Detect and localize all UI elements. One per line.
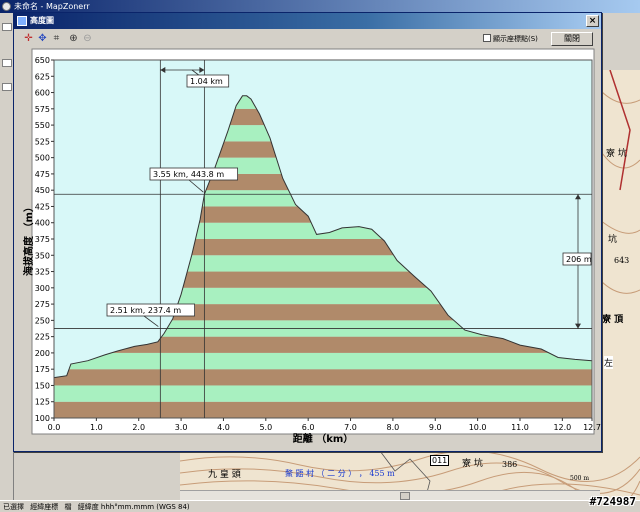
map-label-elev: 386 (502, 460, 518, 469)
app-icon (2, 2, 11, 11)
y-tick-label: 475 (35, 170, 50, 179)
left-panel-stub[interactable] (2, 83, 12, 91)
map-label-right-ding: 寮 頂 (602, 315, 624, 325)
x-axis-label: 距離 （km） (293, 432, 354, 445)
x-tick-label: 12.0 (553, 423, 571, 432)
x-tick-label: 0.0 (48, 423, 61, 432)
y-tick-label: 125 (35, 398, 50, 407)
y-tick-label: 550 (35, 121, 50, 130)
x-tick-label: 12.7 (583, 423, 601, 432)
status-field: 經緯座標 (30, 503, 59, 511)
map-label-keng: 寮 坑 (462, 459, 483, 469)
x-tick-label: 7.0 (344, 423, 357, 432)
map-label-right-zuo: 左 (604, 356, 614, 369)
y-tick-label: 625 (35, 72, 50, 81)
x-tick-label: 11.0 (511, 423, 529, 432)
status-bar: 已選擇 經緯座標 檔 經緯度 hhh°mm.mmm (WGS 84) (0, 500, 640, 512)
y-tick-label: 275 (35, 300, 50, 309)
y-tick-label: 150 (35, 381, 50, 390)
map-label-jiuhuangtou: 九 皇 頭 (208, 470, 241, 480)
point-a-label: 2.51 km, 237.4 m (110, 306, 181, 315)
x-tick-label: 9.0 (429, 423, 442, 432)
y-tick-label: 225 (35, 333, 50, 342)
distance-label: 1.04 km (190, 77, 223, 86)
y-tick-label: 325 (35, 268, 50, 277)
map-label-right-643: 643 (614, 256, 630, 265)
map-scale-label: 500 m (570, 475, 590, 482)
y-tick-label: 375 (35, 235, 50, 244)
y-tick-label: 200 (35, 349, 50, 358)
watermark: #724987 (589, 495, 636, 508)
elevation-band (54, 401, 592, 418)
x-tick-label: 5.0 (259, 423, 272, 432)
map-label-peak: 鰲 鼯 村 （ 二 分 ） ， 455 m (285, 469, 395, 478)
app-left-panel (0, 13, 14, 501)
y-tick-label: 650 (35, 56, 50, 65)
x-tick-label: 1.0 (90, 423, 103, 432)
y-tick-label: 450 (35, 186, 50, 195)
y-tick-label: 600 (35, 89, 50, 98)
elevation-diff-label: 206 m (566, 255, 592, 264)
y-tick-label: 350 (35, 251, 50, 260)
scrollbar-thumb[interactable] (400, 492, 410, 500)
x-tick-label: 3.0 (175, 423, 188, 432)
y-tick-label: 100 (35, 414, 50, 423)
status-field: 檔 (64, 503, 72, 511)
left-panel-stub[interactable] (2, 59, 12, 67)
status-field: 已選擇 (3, 503, 24, 511)
map-label-right-keng: 寮 坑 (606, 149, 627, 159)
elevation-band (54, 352, 592, 370)
y-axis-label: 海拔高度 （m） (22, 202, 35, 276)
elevation-band (54, 385, 592, 402)
y-tick-label: 525 (35, 137, 50, 146)
status-field: 經緯度 hhh°mm.mmm (WGS 84) (77, 503, 190, 511)
x-tick-label: 8.0 (387, 423, 400, 432)
elevation-chart[interactable]: 100 125 150 175 200 225 250 275 300 325 350 375 400 4… (14, 13, 601, 451)
x-tick-label: 6.0 (302, 423, 315, 432)
y-tick-label: 300 (35, 284, 50, 293)
point-b-label: 3.55 km, 443.8 m (153, 170, 224, 179)
y-tick-label: 250 (35, 316, 50, 325)
y-tick-label: 575 (35, 105, 50, 114)
left-panel-stub[interactable] (2, 23, 12, 31)
map-view-right[interactable]: 寮 坑 坑 643 寮 頂 左 (600, 70, 640, 451)
y-tick-label: 175 (35, 365, 50, 374)
x-tick-label: 2.0 (132, 423, 145, 432)
map-label-right-keng2: 坑 (608, 235, 618, 245)
elevation-profile-dialog: 高度圖 × ✛ ✥ ⌗ ⊕ ⊖ 顯示座標點(S) 關閉 100 125 150 175… (13, 12, 602, 452)
app-title: 未命名 - MapZonerr (14, 2, 90, 11)
x-tick-label: 4.0 (217, 423, 230, 432)
y-tick-label: 500 (35, 154, 50, 163)
road-badge: 011 (430, 455, 450, 466)
elevation-band (54, 369, 592, 386)
y-tick-label: 400 (35, 219, 50, 228)
x-tick-label: 10.0 (469, 423, 487, 432)
map-horizontal-scrollbar[interactable] (180, 490, 600, 500)
y-tick-label: 425 (35, 202, 50, 211)
